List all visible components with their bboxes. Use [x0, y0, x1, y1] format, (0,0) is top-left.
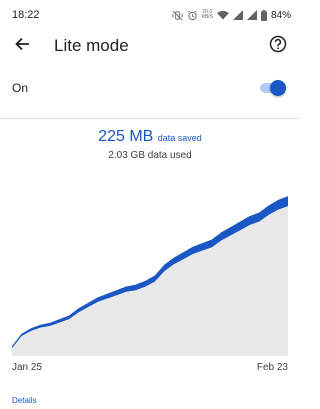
wifi-icon [217, 10, 229, 20]
status-icons: 20.0 KB/S 84% [172, 9, 291, 21]
data-saved-line: 225 MB data saved [0, 128, 300, 146]
arrow-back-icon [14, 36, 30, 57]
status-bar: 18:22 20.0 KB/S 84% [0, 0, 300, 28]
signal-icon [246, 10, 257, 20]
app-bar: Lite mode [0, 28, 300, 64]
network-speed: 20.0 KB/S [202, 10, 213, 20]
divider [0, 118, 300, 119]
network-speed-unit: KB/S [201, 14, 213, 20]
chart-canvas [12, 196, 288, 356]
battery-percent: 84% [270, 9, 291, 21]
page-title: Lite mode [54, 36, 129, 55]
battery-icon [260, 9, 267, 21]
x-axis-start-label: Jan 25 [12, 362, 43, 373]
back-button[interactable] [10, 34, 34, 58]
data-stats: 225 MB data saved 2.03 GB data used [0, 128, 300, 161]
help-button[interactable] [266, 34, 290, 58]
signal-icon [232, 10, 243, 20]
lite-mode-toggle-row[interactable]: On [0, 72, 300, 104]
toggle-label: On [12, 81, 29, 95]
status-time: 18:22 [12, 9, 40, 21]
switch-thumb [270, 80, 286, 96]
data-saved-value: 225 MB [98, 128, 154, 145]
help-outline-icon [269, 35, 287, 58]
lite-mode-switch[interactable] [258, 80, 286, 96]
vibrate-off-icon [172, 10, 183, 21]
data-used-text: 2.03 GB data used [108, 150, 192, 161]
data-usage-chart [12, 180, 288, 356]
details-link[interactable]: Details [12, 396, 36, 405]
data-saved-label: data saved [157, 133, 202, 143]
alarm-icon [187, 10, 198, 21]
x-axis-end-label: Feb 23 [256, 362, 288, 373]
